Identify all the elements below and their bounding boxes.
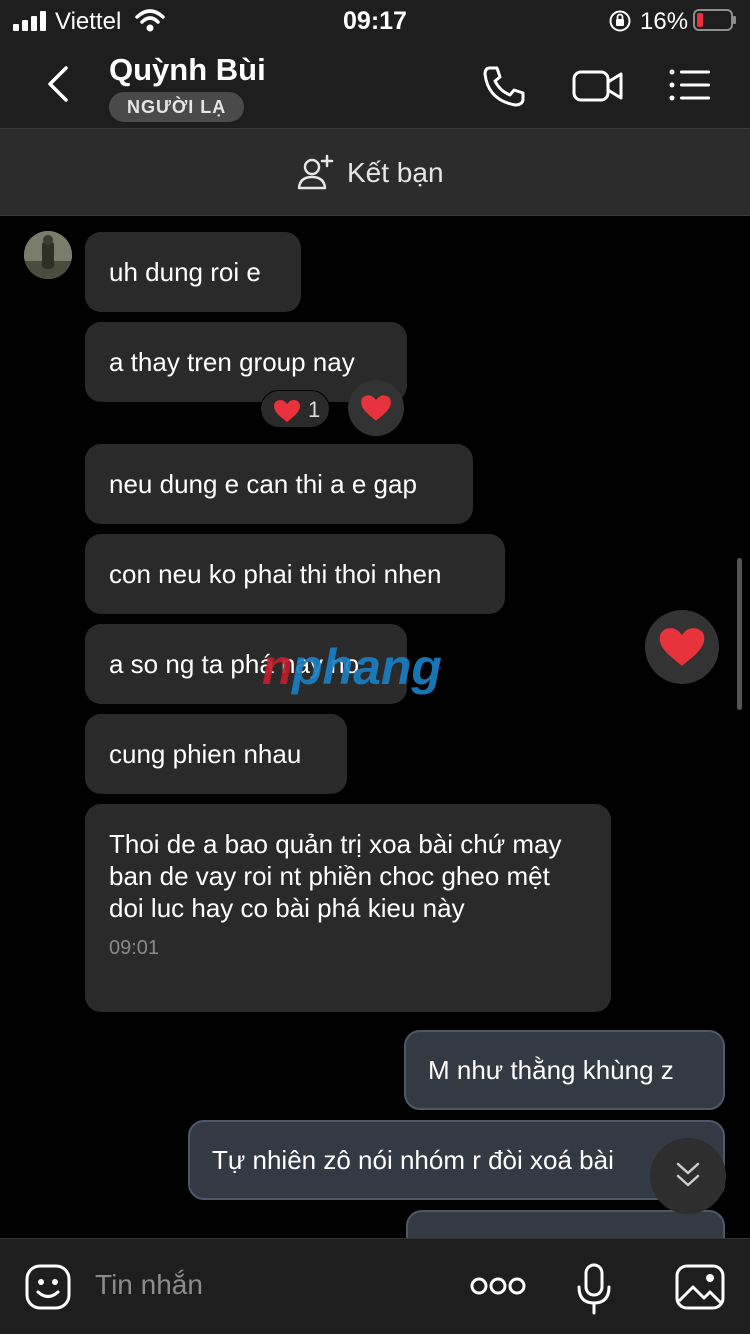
message-time: 09:01 [109,937,160,959]
message-bubble[interactable]: uh dung roi e [85,232,301,312]
reaction-summary[interactable]: 1 [260,390,330,428]
message-text: a thay tren group nay [109,347,355,377]
heart-icon [274,400,300,422]
message-bubble[interactable]: cung phien nhau [85,714,347,794]
heart-icon [659,628,705,666]
message-text: con neu ko phai thi thoi nhen [109,559,442,589]
chevron-double-down-icon [676,1162,700,1187]
scroll-to-bottom-button[interactable] [650,1138,726,1214]
svg-text:phang: phang [290,640,442,695]
heart-icon [361,395,391,421]
message-bubble-sent[interactable]: Tự nhiên zô nói nhóm r đòi xoá bài [188,1120,725,1200]
battery-percent: 16% [640,8,689,35]
message-bubble-sent[interactable]: M như thằng khùng z [404,1030,725,1110]
message-bubble-sent[interactable] [406,1210,725,1238]
clock: 09:17 [343,7,407,35]
avatar[interactable] [24,231,72,279]
message-bubble[interactable]: Thoi de a bao quản trị xoa bài chứ may b… [85,804,611,1012]
composer-bar: Tin nhắn [0,1238,750,1334]
back-icon[interactable] [42,62,76,106]
avatar-image [24,231,72,279]
message-bubble[interactable]: neu dung e can thi a e gap [85,444,473,524]
scrollbar[interactable] [737,558,742,710]
emoji-icon[interactable] [24,1263,72,1311]
message-text: neu dung e can thi a e gap [109,469,417,499]
chat-header: Quỳnh Bùi NGƯỜI LẠ [0,42,750,128]
quick-heart-button[interactable] [645,610,719,684]
status-bar: Viettel 09:17 16% [0,0,750,42]
microphone-icon[interactable] [576,1263,612,1315]
more-icon[interactable] [470,1275,526,1297]
message-text: cung phien nhau [109,739,302,769]
contact-name[interactable]: Quỳnh Bùi [109,52,266,88]
message-text: M như thằng khùng z [428,1055,674,1085]
svg-text:n: n [262,640,293,695]
video-call-icon[interactable] [571,64,625,108]
message-text: Tự nhiên zô nói nhóm r đòi xoá bài [212,1145,614,1175]
stranger-badge: NGƯỜI LẠ [109,92,245,122]
photo-icon[interactable] [674,1263,726,1311]
rotation-lock-icon [609,10,631,32]
message-text: Thoi de a bao quản trị xoa bài chứ may b… [109,829,562,923]
battery-icon [693,9,736,31]
add-friend-bar[interactable]: Kết bạn [0,128,750,216]
add-friend-label: Kết bạn [347,157,444,188]
message-text: uh dung roi e [109,257,261,287]
message-input[interactable]: Tin nhắn [95,1269,203,1301]
react-heart-button[interactable] [348,380,404,436]
add-friend-icon [297,154,334,190]
reaction-count: 1 [308,397,321,422]
message-list[interactable]: uh dung roi e a thay tren group nay 1 ne… [0,216,750,1238]
phone-icon[interactable] [480,64,528,108]
message-bubble[interactable]: con neu ko phai thi thoi nhen [85,534,505,614]
watermark-logo: n phang [262,640,442,695]
menu-list-icon[interactable] [666,64,714,108]
